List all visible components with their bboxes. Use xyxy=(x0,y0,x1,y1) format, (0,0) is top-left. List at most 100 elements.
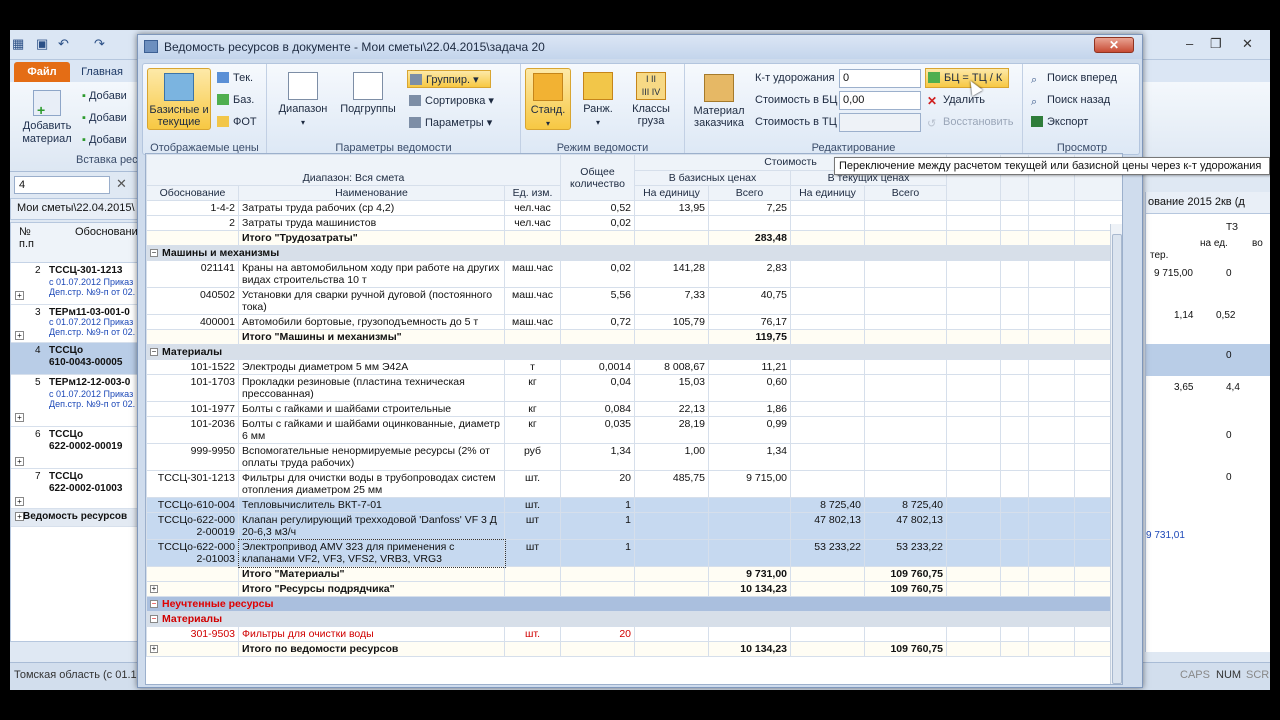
find-next-button[interactable]: ⌕ Поиск вперед xyxy=(1031,72,1117,86)
clear-search-icon[interactable]: ✕ xyxy=(116,176,127,192)
table-row[interactable]: 101-1977 Болты с гайками и шайбами строит… xyxy=(146,401,1122,417)
table-row[interactable]: 3 ТЕРм11-03-001-0 с 01.07.2012 Приказ Деп.… xyxy=(11,305,139,343)
add-button-1[interactable]: ▪ Добави xyxy=(82,90,127,102)
name-cell: Электропривод AMV 323 для применения с к… xyxy=(237,538,506,568)
qty-cell: 0,084 xyxy=(560,401,635,417)
breadcrumb[interactable]: Мои сметы\22.04.2015\ xyxy=(10,198,140,220)
table-row[interactable]: 999-9950 Вспомогательные ненормируемые ре… xyxy=(146,443,1122,471)
category-cell[interactable]: − Материалы xyxy=(146,611,1122,627)
table-row[interactable]: 5 ТЕРм12-12-003-0 с 01.07.2012 Приказ Деп.… xyxy=(11,375,139,427)
rank-mode-button[interactable]: Ранж. ▾ xyxy=(577,72,619,129)
extra-cell xyxy=(1028,566,1076,582)
tab-home[interactable]: Главная xyxy=(74,62,130,82)
collapse-icon[interactable]: − xyxy=(150,249,158,257)
total-row[interactable]: + Итого по ведомости ресурсов 10 134,23 109… xyxy=(146,641,1122,657)
collapse-icon[interactable]: − xyxy=(150,615,158,623)
scroll-thumb[interactable] xyxy=(1112,234,1122,684)
current-unit-cell xyxy=(790,287,865,315)
add-button-2[interactable]: ▪ Добави xyxy=(82,112,127,124)
table-row[interactable]: 101-2036 Болты с гайками и шайбами оцинко… xyxy=(146,416,1122,444)
table-row[interactable]: 6 ТССЦо 622-0002-00019 + xyxy=(11,427,139,469)
table-row[interactable]: ТССЦ-301-1213 Фильтры для очистки воды в … xyxy=(146,470,1122,498)
collapse-icon[interactable]: − xyxy=(150,348,158,356)
k-input[interactable]: 0 xyxy=(839,69,921,88)
category-cell[interactable]: − Машины и механизмы xyxy=(146,245,1122,261)
subgroups-button[interactable]: Подгруппы xyxy=(337,72,399,116)
table-row[interactable]: + Ведомость ресурсов xyxy=(11,509,139,527)
expand-icon[interactable]: + xyxy=(15,457,24,466)
table-row[interactable]: 1-4-2 Затраты труда рабочих (ср 4,2) чел.ч… xyxy=(146,200,1122,216)
category-row[interactable]: − Неучтенные ресурсы xyxy=(146,596,1122,612)
sort-button[interactable]: Сортировка ▾ xyxy=(409,94,494,107)
table-row[interactable]: 2 ТССЦ-301-1213 с 01.07.2012 Приказ Деп.ст… xyxy=(11,263,139,305)
expand-icon[interactable]: + xyxy=(15,331,24,340)
range-button[interactable]: Диапазон ▾ xyxy=(277,72,329,129)
category-row[interactable]: − Материалы xyxy=(146,611,1122,627)
cargo-classes-button[interactable]: I II III IV Классы груза xyxy=(623,72,679,127)
category-cell[interactable]: − Материалы xyxy=(146,344,1122,360)
right-col-label: ТЗ xyxy=(1226,222,1239,233)
redo-icon[interactable]: ↷ xyxy=(94,36,105,52)
table-row[interactable]: ТССЦо-610-004 Тепловычислитель ВКТ-7-01 шт… xyxy=(146,497,1122,513)
table-row[interactable]: 4 ТССЦо 610-0043-00005 xyxy=(11,343,139,375)
expand-icon[interactable]: + xyxy=(150,585,158,593)
payroll-button[interactable]: ФОТ xyxy=(217,116,257,128)
add-material-button[interactable]: + Добавить материал xyxy=(20,90,74,146)
expand-icon[interactable]: + xyxy=(15,413,24,422)
base-unit-cell: 1,00 xyxy=(634,443,709,471)
tab-file[interactable]: Файл xyxy=(14,62,70,82)
base-unit-cell xyxy=(634,215,709,231)
add-button-3[interactable]: ▪ Добави xyxy=(82,134,127,146)
table-row[interactable]: 101-1703 Прокладки резиновые (пластина те… xyxy=(146,374,1122,402)
table-row[interactable]: 021141 Краны на автомобильном ходу при ра… xyxy=(146,260,1122,288)
table-row[interactable]: ТССЦо-622-000 2-01003 Электропривод AMV 3… xyxy=(146,538,1122,568)
status-region: Томская область (с 01.1 xyxy=(14,669,137,681)
dialog-close-button[interactable]: ✕ xyxy=(1094,37,1134,53)
table-row[interactable]: ТССЦо-622-000 2-00019 Клапан регулирующий… xyxy=(146,512,1122,540)
base-unit-cell: 22,13 xyxy=(634,401,709,417)
restore-icon[interactable]: ❐ xyxy=(1210,36,1222,52)
export-button[interactable]: Экспорт xyxy=(1031,116,1088,128)
table-row[interactable]: 301-9503 Фильтры для очистки воды шт. 20 xyxy=(146,626,1122,642)
expand-icon[interactable]: + xyxy=(15,497,24,506)
qty-cell: 0,72 xyxy=(560,314,635,330)
total-row[interactable]: + Итого "Ресурсы подрядчика" 10 134,23 109 … xyxy=(146,581,1122,597)
close-icon[interactable]: ✕ xyxy=(1242,36,1253,52)
restore-button[interactable]: ↺ Восстановить xyxy=(927,116,1013,130)
total-row[interactable]: Итого "Трудозатраты" 283,48 xyxy=(146,230,1122,246)
current-prices-button[interactable]: Тек. xyxy=(217,72,253,84)
group-by-button[interactable]: Группир. ▾ xyxy=(407,70,491,88)
base-prices-button[interactable]: Баз. xyxy=(217,94,254,106)
category-cell[interactable]: − Неучтенные ресурсы xyxy=(146,596,1122,612)
bc-input[interactable]: 0,00 xyxy=(839,91,921,110)
total-row[interactable]: Итого "Машины и механизмы" 119,75 xyxy=(146,329,1122,345)
customer-material-button[interactable]: Материал заказчика xyxy=(689,74,749,129)
minimize-icon[interactable]: – xyxy=(1186,36,1193,51)
base-and-current-button[interactable]: Базисные и текущие xyxy=(147,68,211,130)
category-row[interactable]: − Материалы xyxy=(146,344,1122,360)
delete-button[interactable]: ✕ Удалить xyxy=(927,94,985,108)
standard-mode-button[interactable]: Станд. ▾ xyxy=(525,68,571,130)
params-button[interactable]: Параметры ▾ xyxy=(409,116,492,129)
find-prev-button[interactable]: ⌕ Поиск назад xyxy=(1031,94,1110,108)
extra-cell xyxy=(1000,287,1030,315)
table-row[interactable]: 7 ТССЦо 622-0002-01003 + xyxy=(11,469,139,509)
current-unit-cell xyxy=(790,260,865,288)
dialog-titlebar[interactable]: Ведомость ресурсов в документе - Мои сме… xyxy=(138,35,1142,59)
save-icon[interactable]: ▣ xyxy=(36,36,48,52)
category-row[interactable]: − Машины и механизмы xyxy=(146,245,1122,261)
collapse-icon[interactable]: − xyxy=(150,600,158,608)
extra-cell xyxy=(946,287,1002,315)
table-row[interactable]: 2 Затраты труда машинистов чел.час 0,02 xyxy=(146,215,1122,231)
table-row[interactable]: 101-1522 Электроды диаметром 5 мм Э42А т 0,… xyxy=(146,359,1122,375)
undo-icon[interactable]: ↶ xyxy=(58,36,69,52)
vertical-scrollbar[interactable] xyxy=(1110,224,1122,684)
table-row[interactable]: 040502 Установки для сварки ручной дугово… xyxy=(146,287,1122,315)
tc-input[interactable] xyxy=(839,113,921,132)
current-total-cell: 109 760,75 xyxy=(863,566,948,582)
table-row[interactable]: 400001 Автомобили бортовые, грузоподъемно… xyxy=(146,314,1122,330)
expand-icon[interactable]: + xyxy=(15,291,24,300)
search-input[interactable]: 4 xyxy=(14,176,110,194)
expand-icon[interactable]: + xyxy=(150,645,158,653)
total-row[interactable]: Итого "Материалы" 9 731,00 109 760,75 xyxy=(146,566,1122,582)
